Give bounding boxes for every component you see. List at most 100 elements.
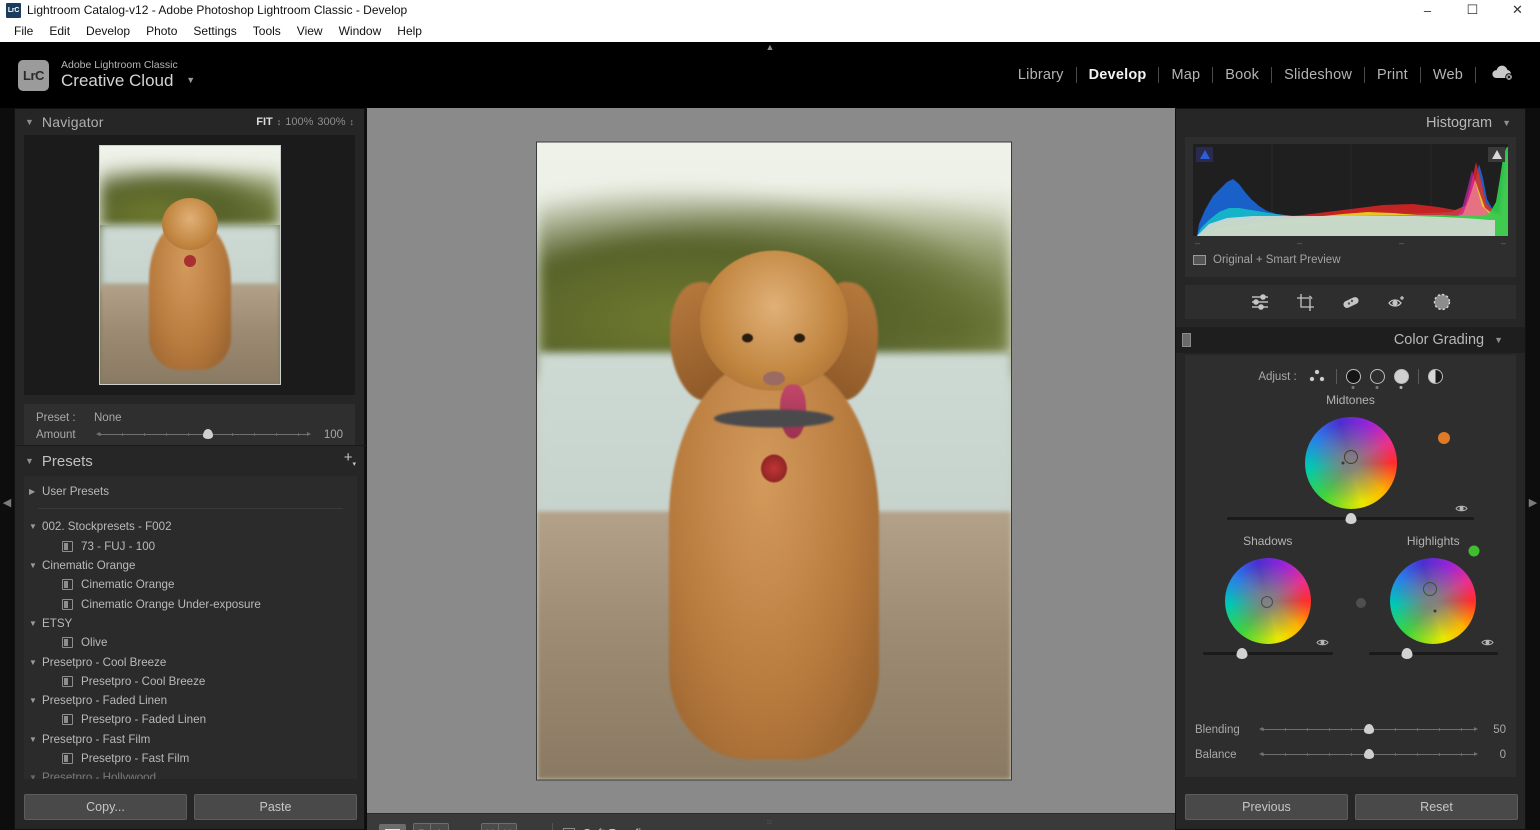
shadows-wheel-cursor[interactable] [1261, 596, 1273, 608]
list-item[interactable]: Olive [24, 633, 357, 652]
presets-header[interactable]: ▼ Presets +▾ [15, 446, 366, 476]
preset-group-etsy[interactable]: ▼ ETSY [24, 614, 357, 633]
masking-icon[interactable] [1433, 293, 1451, 311]
module-web[interactable]: Web [1421, 67, 1475, 83]
panel-enable-switch[interactable] [1182, 333, 1191, 347]
chevron-down-icon[interactable]: ▼ [29, 658, 37, 667]
color-grading-header[interactable]: Color Grading ▼ [1176, 327, 1525, 353]
zoom-fit-spinner-icon[interactable]: ↕ [277, 119, 282, 125]
loupe-view-icon[interactable] [379, 824, 406, 830]
soft-proofing-toggle[interactable]: Soft Proofing [563, 827, 655, 830]
plus-icon[interactable]: +▾ [344, 452, 356, 471]
cloud-sync-off-icon[interactable] [1476, 64, 1522, 86]
highlights-color-wheel[interactable] [1390, 558, 1476, 644]
midtones-color-wheel[interactable] [1305, 417, 1397, 509]
preset-group-hollywood[interactable]: ▼ Presetpro - Hollywood [24, 768, 357, 779]
shadows-luminance-knob[interactable] [1236, 648, 1247, 659]
module-book[interactable]: Book [1213, 67, 1271, 83]
collapse-left-panel-arrow[interactable]: ◀ [1, 492, 13, 512]
navigator-thumbnail[interactable] [99, 145, 281, 385]
menu-settings[interactable]: Settings [185, 22, 244, 40]
balance-slider[interactable] [1263, 754, 1474, 755]
menu-edit[interactable]: Edit [41, 22, 78, 40]
midtones-luminance-knob[interactable] [1345, 513, 1356, 524]
balance-slider-knob[interactable] [1364, 749, 1374, 759]
blending-row[interactable]: Blending 50 [1195, 717, 1506, 742]
midtones-wheel-cursor[interactable] [1344, 450, 1358, 464]
preset-group-stockpresets[interactable]: ▼ 002. Stockpresets - F002 [24, 517, 357, 536]
menu-file[interactable]: File [6, 22, 41, 40]
filmstrip-grip[interactable]: ⁙ [766, 818, 774, 827]
top-panel-grip[interactable]: ▲ [763, 44, 777, 51]
module-slideshow[interactable]: Slideshow [1272, 67, 1364, 83]
preset-group-cinematic-orange[interactable]: ▼ Cinematic Orange [24, 556, 357, 575]
zoom-fit-button[interactable]: FIT [256, 116, 273, 128]
list-item[interactable]: 73 - FUJ - 100 [24, 537, 357, 556]
chevron-down-icon[interactable]: ▼ [186, 75, 195, 85]
list-item[interactable]: Presetpro - Faded Linen [24, 710, 357, 729]
preset-list[interactable]: ▶ User Presets ▼ 002. Stockpresets - F00… [24, 476, 357, 779]
highlights-luminance-slider[interactable] [1369, 652, 1499, 655]
paste-button[interactable]: Paste [194, 794, 357, 820]
before-after-button[interactable]: Y Y [481, 823, 517, 830]
zoom-100-button[interactable]: 100% [285, 116, 313, 128]
balance-row[interactable]: Balance 0 [1195, 742, 1506, 767]
chevron-down-icon[interactable]: ▼ [29, 696, 37, 705]
chevron-down-icon[interactable]: ▼ [25, 456, 34, 466]
highlights-wheel-cursor[interactable] [1423, 582, 1437, 596]
chevron-down-icon[interactable]: ▼ [29, 735, 37, 744]
preset-amount-row[interactable]: Amount 100 [36, 426, 343, 443]
shadows-luminance-slider[interactable] [1203, 652, 1333, 655]
red-eye-icon[interactable] [1387, 294, 1407, 310]
preset-group-faded-linen[interactable]: ▼ Presetpro - Faded Linen [24, 691, 357, 710]
maximize-button[interactable]: ☐ [1450, 0, 1495, 20]
histogram-plot[interactable] [1193, 144, 1508, 236]
module-develop[interactable]: Develop [1077, 67, 1159, 83]
list-item[interactable]: Cinematic Orange [24, 575, 357, 594]
close-button[interactable]: ✕ [1495, 0, 1540, 20]
shadows-color-wheel[interactable] [1225, 558, 1311, 644]
minimize-button[interactable]: – [1405, 0, 1450, 20]
chevron-down-icon[interactable]: ▼ [29, 522, 37, 531]
module-library[interactable]: Library [1006, 67, 1076, 83]
shadows-eye-icon[interactable] [1316, 638, 1329, 650]
reset-button[interactable]: Reset [1355, 794, 1518, 820]
navigator-header[interactable]: ▼ Navigator FIT ↕ 100% 300% ↕ [15, 109, 364, 135]
midtones-view-icon[interactable] [1370, 369, 1385, 384]
zoom-300-button[interactable]: 300% [317, 116, 345, 128]
list-item[interactable]: Cinematic Orange Under-exposure [24, 594, 357, 613]
navigator-preview-area[interactable] [24, 135, 355, 395]
menu-help[interactable]: Help [389, 22, 430, 40]
identity-plate[interactable]: LrC Adobe Lightroom Classic Creative Clo… [18, 60, 195, 91]
module-print[interactable]: Print [1365, 67, 1420, 83]
midtones-luminance-slider[interactable] [1227, 517, 1474, 520]
module-map[interactable]: Map [1159, 67, 1212, 83]
chevron-down-icon[interactable]: ▼ [29, 561, 37, 570]
preset-group-fast-film[interactable]: ▼ Presetpro - Fast Film [24, 730, 357, 749]
highlight-clipping-icon[interactable] [1488, 147, 1505, 162]
zoom-level-spinner-icon[interactable]: ↕ [350, 119, 355, 125]
chevron-down-icon[interactable]: ▼ [1494, 335, 1503, 345]
chevron-right-icon[interactable]: ▶ [29, 487, 35, 496]
histogram-panel[interactable]: – – – – Original + Smart Preview [1185, 137, 1516, 277]
menu-view[interactable]: View [289, 22, 331, 40]
preset-group-user-presets[interactable]: ▶ User Presets [24, 482, 357, 501]
global-view-icon[interactable] [1428, 369, 1443, 384]
collapse-right-panel-arrow[interactable]: ▶ [1527, 492, 1539, 512]
menu-tools[interactable]: Tools [245, 22, 289, 40]
histogram-header[interactable]: Histogram ▼ [1176, 109, 1525, 137]
chevron-down-icon[interactable]: ▼ [25, 117, 34, 127]
blending-slider-knob[interactable] [1364, 724, 1374, 734]
blending-slider[interactable] [1263, 729, 1474, 730]
amount-slider[interactable] [100, 434, 307, 435]
highlights-luminance-knob[interactable] [1402, 648, 1413, 659]
photo-preview[interactable] [537, 142, 1011, 779]
three-way-view-icon[interactable] [1309, 369, 1327, 384]
highlights-eye-icon[interactable] [1481, 638, 1494, 650]
shadow-clipping-icon[interactable] [1196, 147, 1213, 162]
menu-window[interactable]: Window [331, 22, 390, 40]
image-canvas[interactable] [367, 108, 1180, 813]
copy-button[interactable]: Copy... [24, 794, 187, 820]
chevron-down-icon[interactable]: ▼ [29, 619, 37, 628]
chevron-down-icon[interactable]: ▼ [29, 773, 37, 779]
